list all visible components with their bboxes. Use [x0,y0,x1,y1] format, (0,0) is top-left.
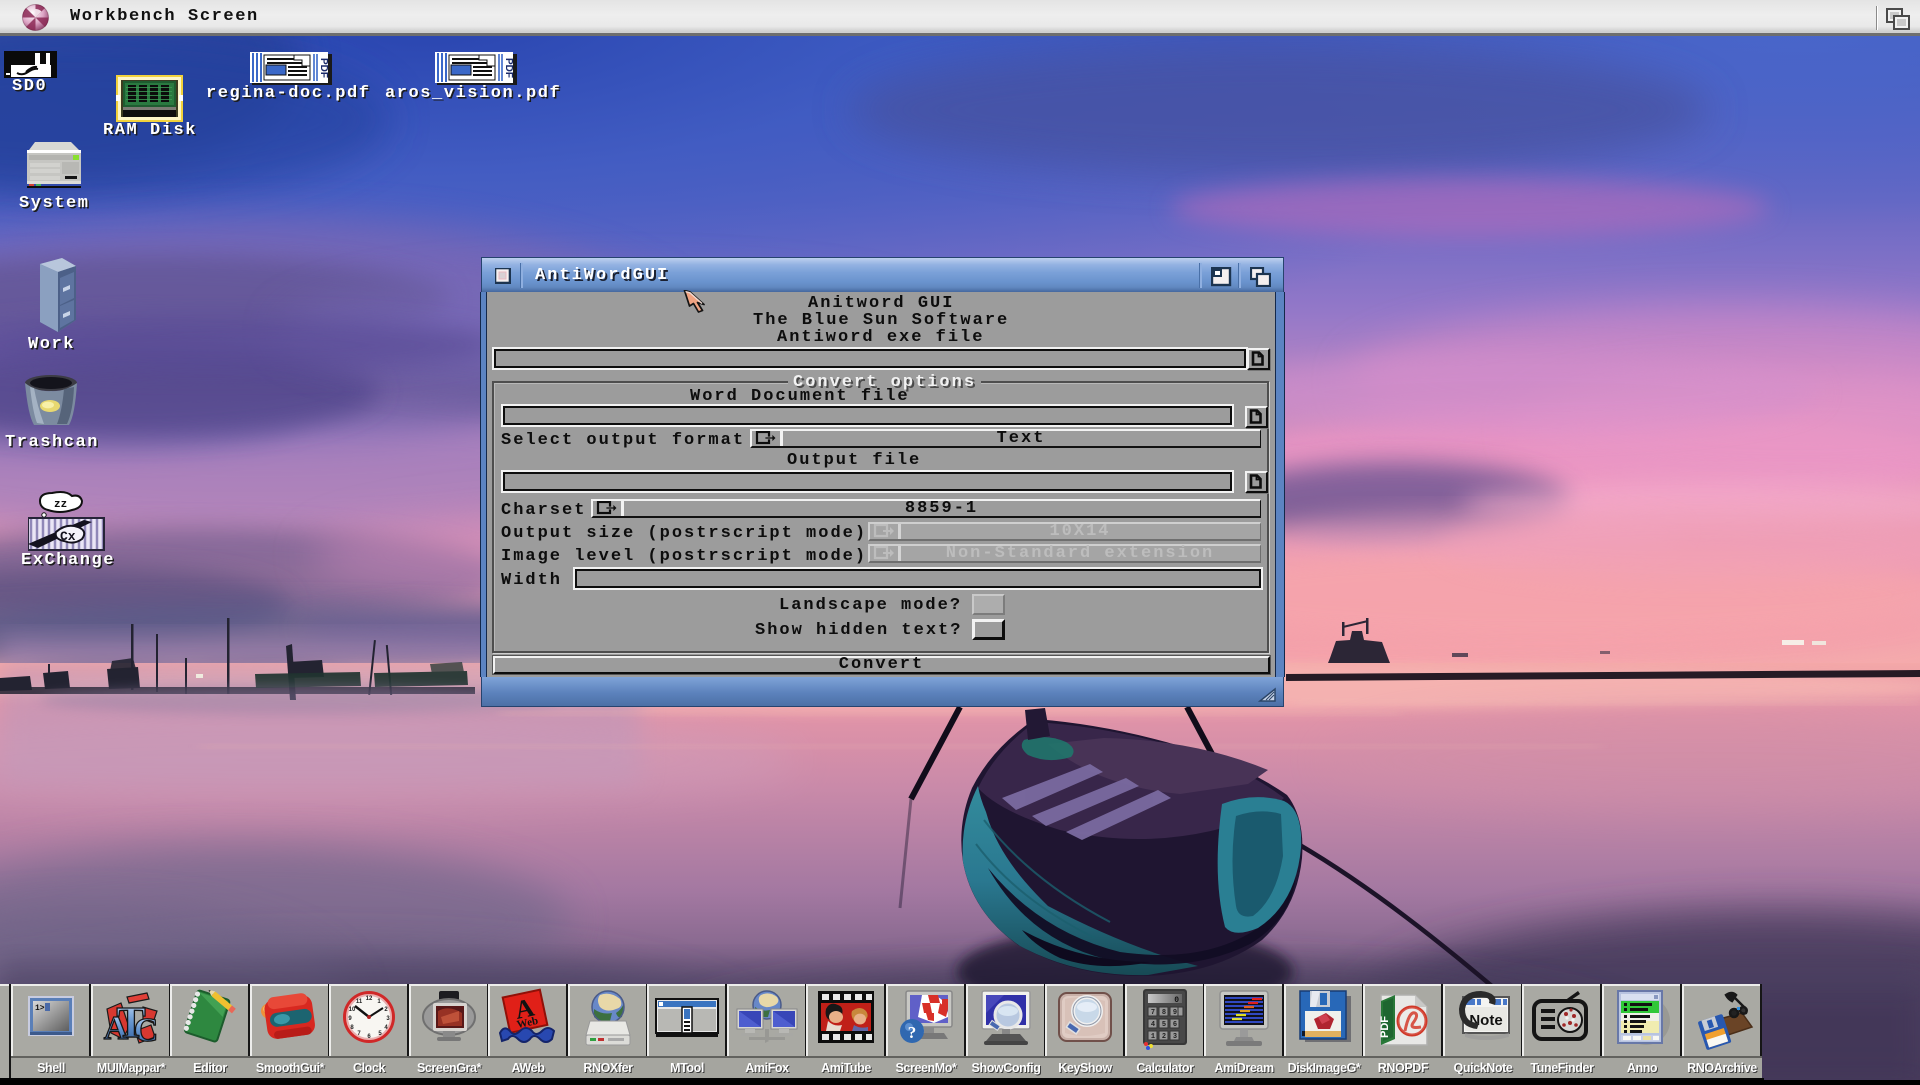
svg-text:4: 4 [1151,1021,1155,1029]
svg-text:12: 12 [366,996,373,1002]
svg-text:PDF: PDF [503,58,514,78]
svg-text:6: 6 [1173,1021,1177,1029]
svg-text:?: ? [908,1023,917,1042]
svg-text:0: 0 [1174,996,1179,1005]
svg-text:9: 9 [1173,1009,1177,1017]
svg-text:PDF: PDF [1379,1016,1391,1038]
svg-text:2: 2 [1162,1033,1166,1041]
svg-text:1>: 1> [35,1004,45,1013]
svg-text:1: 1 [1151,1033,1155,1041]
svg-text:PDF: PDF [318,58,329,78]
svg-text:Cx: Cx [60,529,76,544]
svg-text:T: T [116,998,145,1047]
svg-text:8: 8 [1162,1009,1166,1017]
svg-text:7: 7 [1151,1009,1155,1017]
svg-text:10: 10 [349,1007,356,1013]
svg-text:5: 5 [1162,1021,1166,1029]
svg-text:3: 3 [1173,1033,1177,1041]
svg-text:zz: zz [54,499,67,511]
svg-text:11: 11 [356,999,363,1005]
